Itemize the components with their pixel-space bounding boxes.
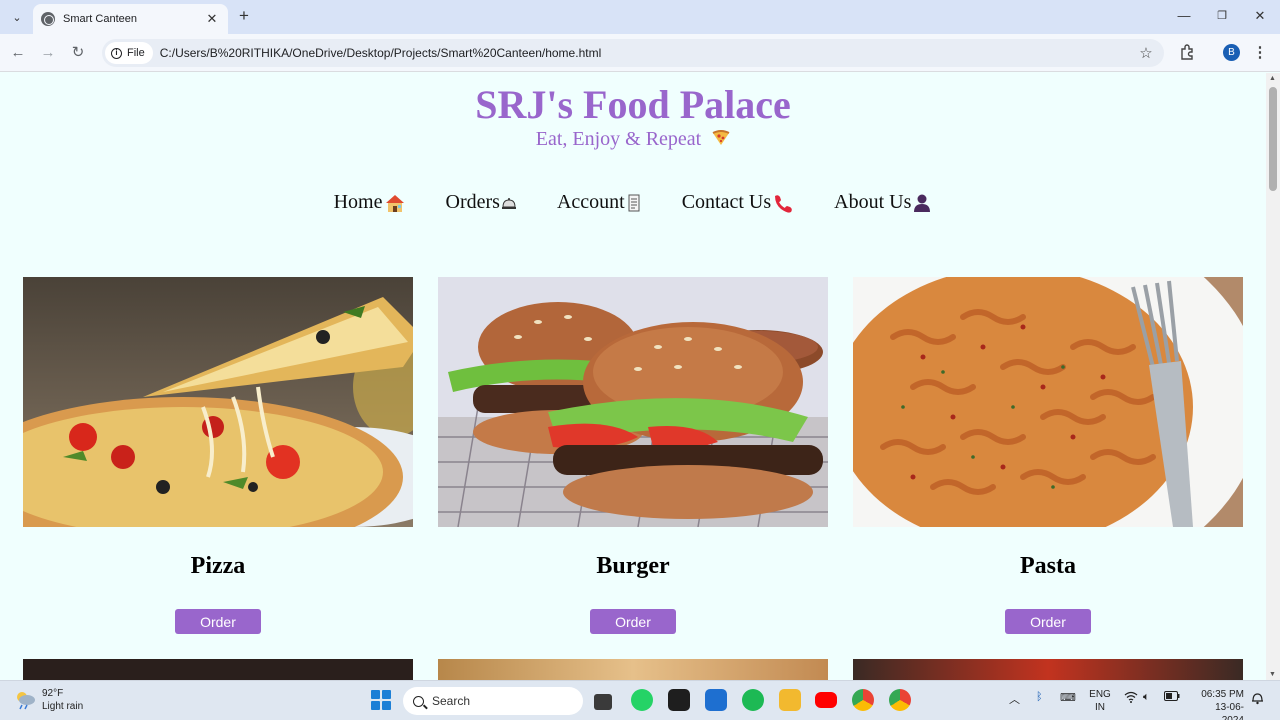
task-view-icon[interactable] — [594, 694, 612, 710]
clock-time: 06:35 PM — [1201, 689, 1244, 700]
scroll-down-arrow-icon[interactable]: ▼ — [1269, 671, 1276, 678]
address-bar[interactable]: i File C:/Users/B%20RITHIKA/OneDrive/Des… — [102, 39, 1164, 67]
info-icon: i — [111, 47, 122, 59]
site-title: SRJ's Food Palace — [475, 82, 791, 127]
tray-overflow-chevron-icon[interactable]: ︿ — [1009, 691, 1020, 707]
battery-icon[interactable] — [1164, 691, 1180, 704]
youtube-icon[interactable] — [815, 692, 837, 708]
nav-account[interactable]: Account — [557, 191, 642, 214]
minimize-icon[interactable]: — — [1172, 6, 1196, 26]
volume-icon[interactable]: 🔈︎ — [1143, 691, 1150, 704]
next-row-image-2 — [438, 659, 828, 680]
forward-arrow-icon[interactable]: → — [37, 42, 59, 64]
food-cover-icon — [501, 197, 516, 209]
language-indicator[interactable]: ENG IN — [1088, 688, 1112, 714]
spotify-icon[interactable] — [742, 689, 764, 711]
menu-item-name: Pasta — [1020, 553, 1076, 579]
weather-widget[interactable]: 92°F Light rain — [14, 687, 83, 713]
profile-avatar[interactable]: B — [1223, 44, 1240, 61]
menu-item-name: Burger — [596, 553, 670, 579]
pizza-image — [23, 277, 413, 527]
weather-temp: 92°F — [42, 688, 64, 699]
new-tab-plus-icon[interactable]: + — [234, 6, 254, 26]
scroll-up-arrow-icon[interactable]: ▲ — [1269, 75, 1276, 82]
close-tab-icon[interactable]: ✕ — [204, 11, 220, 27]
order-pasta-button[interactable]: Order — [1005, 609, 1091, 634]
windows-start-icon[interactable] — [371, 690, 391, 710]
tab-title: Smart Canteen — [63, 13, 137, 25]
restore-icon[interactable]: ❐ — [1210, 6, 1234, 26]
house-icon — [385, 194, 404, 212]
bluetooth-icon[interactable]: ᛒ — [1036, 691, 1043, 703]
file-explorer-icon[interactable] — [779, 689, 801, 711]
menu-item-name: Pizza — [190, 553, 246, 579]
order-burger-button[interactable]: Order — [590, 609, 676, 634]
menu-card-burger: Burger Order — [438, 277, 828, 634]
terminal-icon[interactable] — [668, 689, 690, 711]
search-icon — [413, 695, 424, 707]
browser-toolbar: ← → ↻ i File C:/Users/B%20RITHIKA/OneDri… — [0, 34, 1280, 72]
extensions-puzzle-icon[interactable] — [1178, 43, 1198, 63]
nav-orders[interactable]: Orders — [446, 191, 517, 214]
burger-image — [438, 277, 828, 527]
phone-icon — [775, 194, 792, 213]
menu-card-pizza: Pizza Order — [23, 277, 413, 634]
nav-account-label: Account — [556, 191, 625, 213]
region-code: IN — [1095, 702, 1105, 713]
nav-home[interactable]: Home — [334, 191, 406, 214]
pasta-image — [853, 277, 1243, 527]
notification-bell-icon[interactable] — [1251, 691, 1264, 708]
site-info-chip[interactable]: i File — [105, 42, 153, 64]
nav-about-us[interactable]: About Us — [834, 191, 932, 214]
menu-card-pasta: Pasta Order — [853, 277, 1243, 634]
nav-home-label: Home — [333, 191, 383, 213]
nav-about-label: About Us — [834, 191, 912, 213]
weather-desc: Light rain — [42, 701, 84, 712]
file-chip-label: File — [127, 47, 145, 59]
system-clock[interactable]: 06:35 PM 13-06-2024 — [1196, 688, 1244, 720]
tagline-text: Eat, Enjoy & Repeat — [535, 128, 702, 150]
microsoft-store-icon[interactable] — [705, 689, 727, 711]
back-arrow-icon[interactable]: ← — [7, 42, 29, 64]
next-row-image-3 — [853, 659, 1243, 680]
page-content: SRJ's Food Palace Eat, Enjoy & Repeat Ho… — [0, 73, 1266, 680]
pizza-icon — [712, 130, 730, 145]
windows-taskbar: 92°F Light rain Search ︿ ᛒ ⌨ ENG IN 🔈︎ 0… — [0, 680, 1280, 720]
more-options-icon[interactable]: ⋮ — [1252, 43, 1268, 63]
clock-date: 13-06-2024 — [1215, 702, 1244, 720]
scroll-thumb[interactable] — [1269, 87, 1277, 191]
nav-contact-us[interactable]: Contact Us — [682, 191, 794, 214]
keyboard-icon[interactable]: ⌨ — [1060, 691, 1076, 704]
main-nav: Home Orders Account Contact Us About Us — [0, 191, 1266, 214]
chrome-profile-icon[interactable] — [889, 689, 911, 711]
search-placeholder: Search — [432, 694, 471, 708]
browser-tab-smart-canteen[interactable]: Smart Canteen ✕ — [33, 4, 228, 34]
wifi-icon[interactable] — [1124, 691, 1138, 706]
page-scrollbar[interactable]: ▲ ▼ — [1266, 73, 1280, 680]
window-close-icon[interactable]: ✕ — [1248, 6, 1272, 26]
browser-tab-bar: ⌄ Smart Canteen ✕ + — ❐ ✕ — [0, 0, 1280, 34]
tab-search-chevron-icon[interactable]: ⌄ — [6, 6, 28, 28]
reload-icon[interactable]: ↻ — [67, 42, 89, 64]
site-tagline: Eat, Enjoy & Repeat — [0, 128, 1266, 151]
next-row-image-1 — [23, 659, 413, 680]
whatsapp-icon[interactable] — [631, 689, 653, 711]
user-icon — [914, 194, 931, 212]
receipt-icon — [628, 194, 640, 211]
globe-icon — [41, 12, 55, 26]
rain-cloud-icon — [17, 692, 35, 710]
nav-contact-label: Contact Us — [681, 191, 772, 213]
chrome-icon[interactable] — [852, 689, 874, 711]
bookmark-star-icon[interactable]: ☆ — [1136, 44, 1156, 62]
nav-orders-label: Orders — [445, 191, 500, 213]
url-text[interactable]: C:/Users/B%20RITHIKA/OneDrive/Desktop/Pr… — [160, 46, 1136, 60]
order-pizza-button[interactable]: Order — [175, 609, 261, 634]
taskbar-search[interactable]: Search — [403, 687, 583, 715]
language-code: ENG — [1089, 689, 1111, 700]
